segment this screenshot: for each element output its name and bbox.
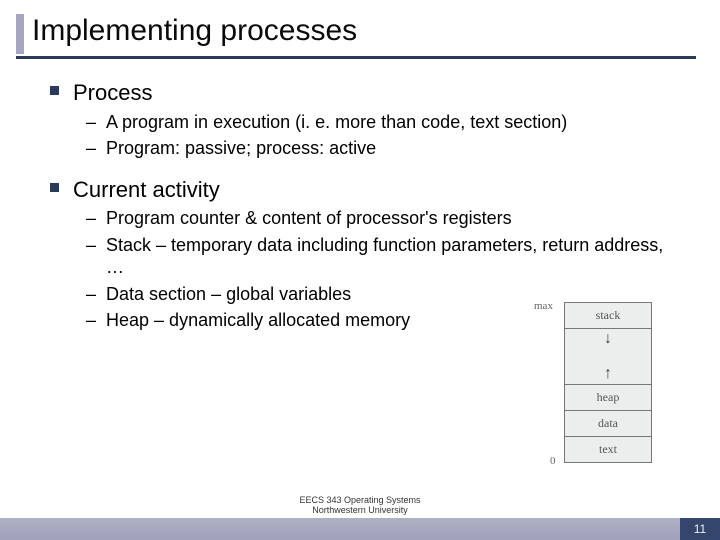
dash-icon: –	[86, 111, 96, 134]
arrow-up-icon: ↑	[604, 366, 612, 382]
mem-segment-stack: stack	[565, 303, 651, 329]
mem-free-region: ↓ ↑	[565, 329, 651, 385]
dash-icon: –	[86, 234, 96, 257]
page-number: 11	[680, 518, 720, 540]
footer-line2: Northwestern University	[0, 506, 720, 516]
square-bullet-icon	[50, 183, 59, 192]
dash-icon: –	[86, 207, 96, 230]
slide: Implementing processes Process – A progr…	[0, 0, 720, 540]
bullet-text: Current activity	[73, 176, 220, 204]
memory-layout-diagram: max stack ↓ ↑ heap data text 0	[564, 302, 664, 463]
arrow-down-icon: ↓	[604, 331, 612, 347]
memory-stack: stack ↓ ↑ heap data text	[564, 302, 652, 463]
slide-content: Process – A program in execution (i. e. …	[0, 59, 720, 332]
subbullet: – Program counter & content of processor…	[86, 207, 680, 230]
mem-segment-heap: heap	[565, 385, 651, 411]
dash-icon: –	[86, 283, 96, 306]
mem-segment-text: text	[565, 437, 651, 462]
title-accent-bar	[16, 14, 24, 54]
footer-course-info: EECS 343 Operating Systems Northwestern …	[0, 496, 720, 516]
subbullet-text: Program counter & content of processor's…	[106, 207, 680, 230]
subbullet-text: A program in execution (i. e. more than …	[106, 111, 680, 134]
title-area: Implementing processes	[0, 0, 720, 54]
dash-icon: –	[86, 137, 96, 160]
subbullet: – Stack – temporary data including funct…	[86, 234, 680, 279]
slide-title: Implementing processes	[32, 14, 357, 54]
mem-label-max: max	[534, 300, 553, 312]
bullet-text: Process	[73, 79, 152, 107]
footer-bar	[0, 518, 720, 540]
subbullet-text: Program: passive; process: active	[106, 137, 680, 160]
bullet-process: Process	[50, 79, 680, 107]
subbullet: – Program: passive; process: active	[86, 137, 680, 160]
subbullet: – A program in execution (i. e. more tha…	[86, 111, 680, 134]
dash-icon: –	[86, 309, 96, 332]
bullet-current-activity: Current activity	[50, 176, 680, 204]
square-bullet-icon	[50, 86, 59, 95]
subbullet-text: Stack – temporary data including functio…	[106, 234, 680, 279]
mem-label-zero: 0	[550, 455, 556, 467]
mem-segment-data: data	[565, 411, 651, 437]
